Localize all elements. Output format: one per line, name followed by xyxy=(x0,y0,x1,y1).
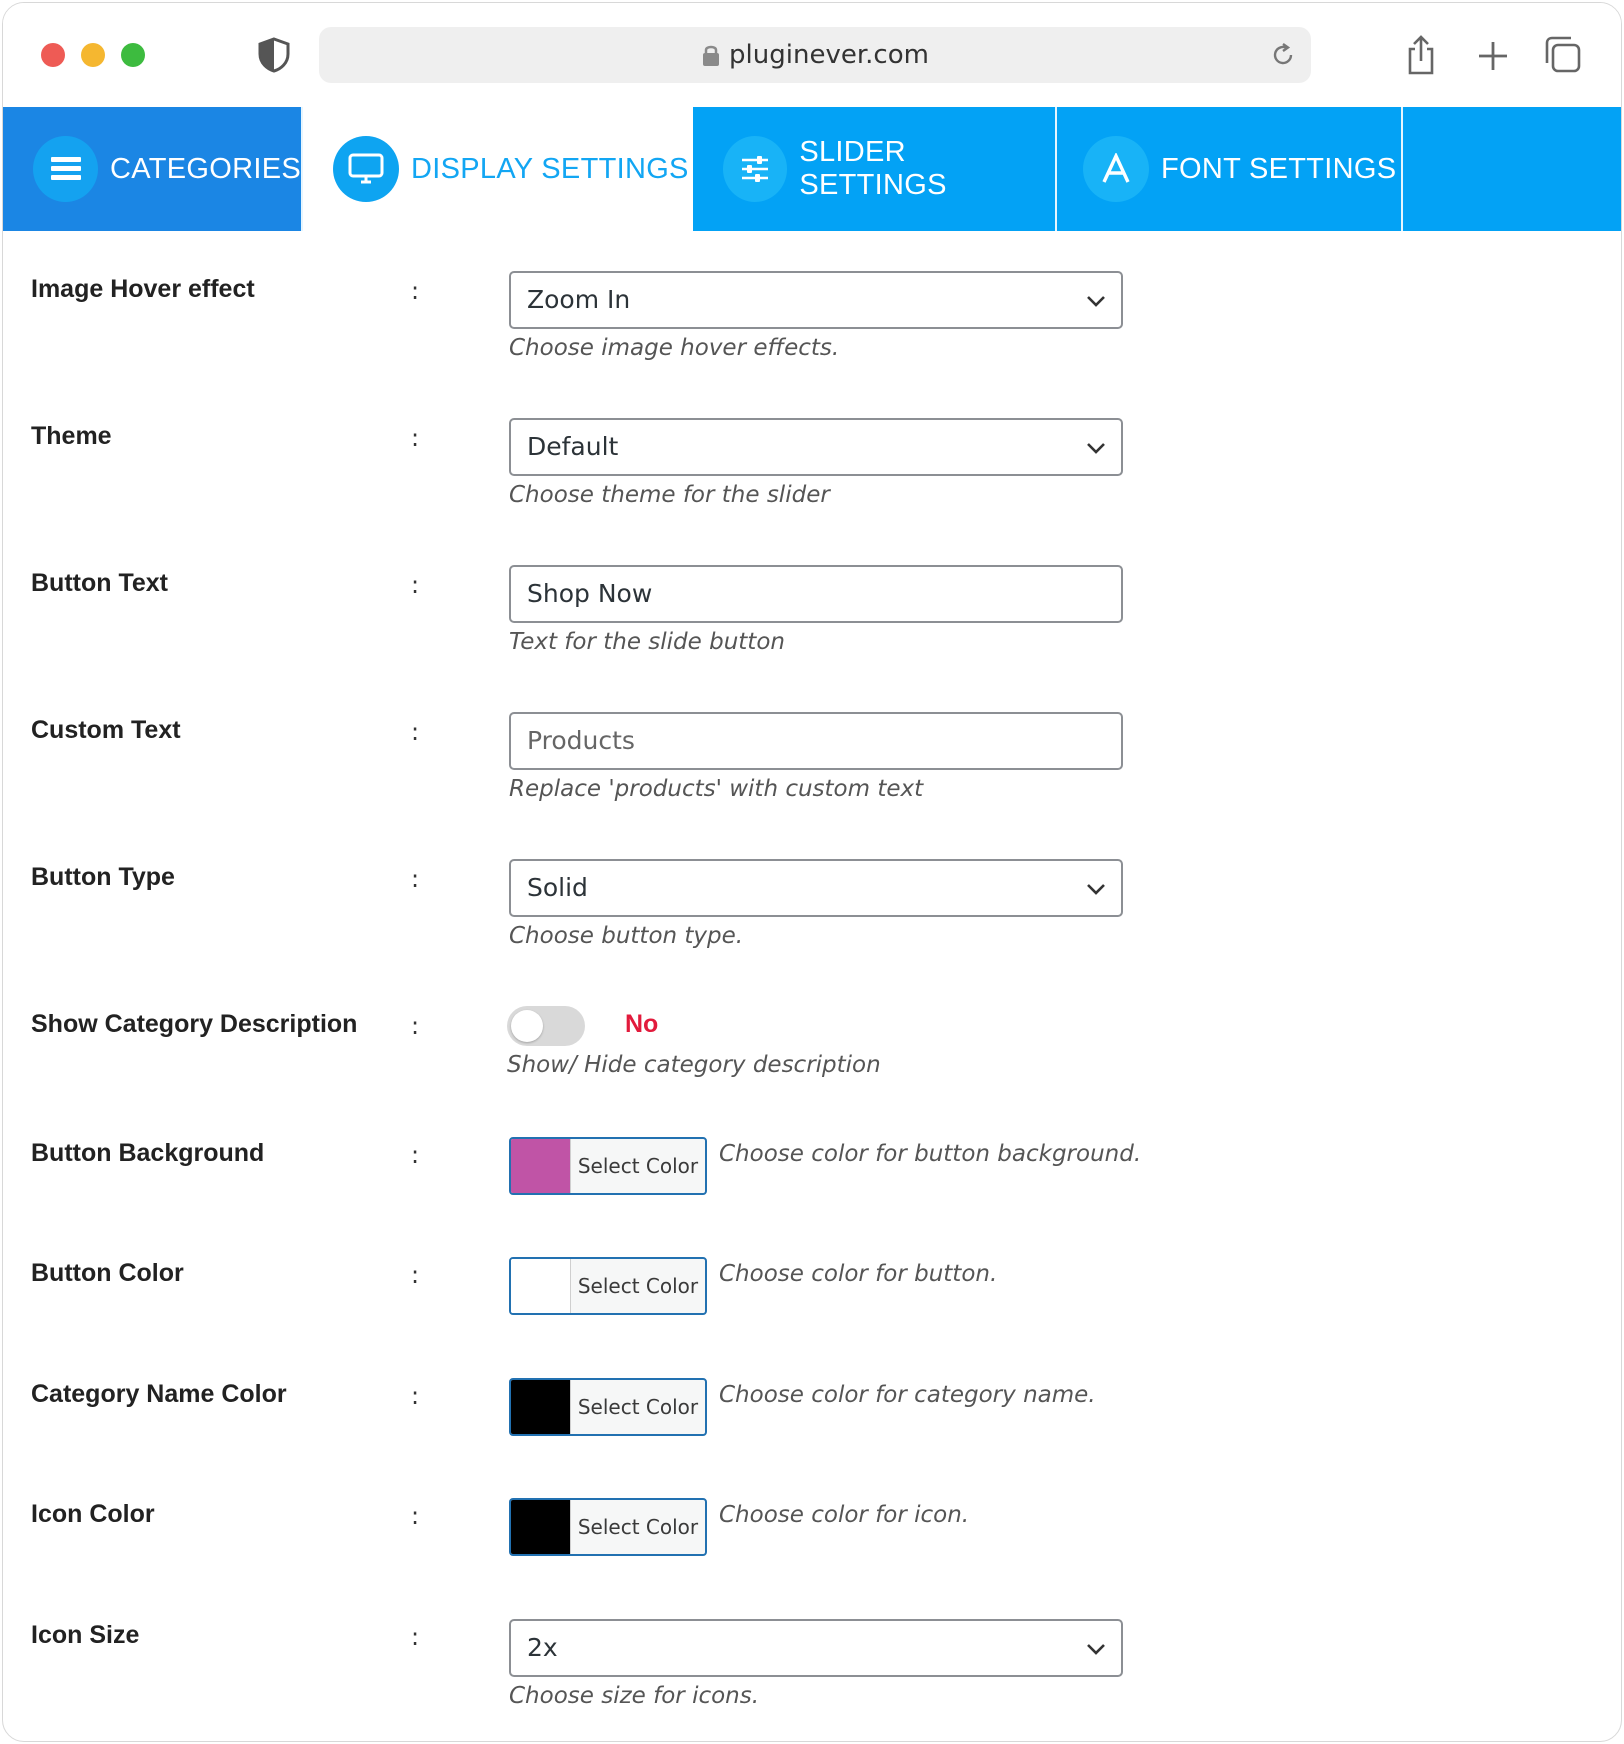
field-help: Choose image hover effects. xyxy=(509,335,840,361)
label-separator: : xyxy=(411,424,420,452)
chevron-down-icon xyxy=(1087,1644,1105,1655)
label-separator: : xyxy=(411,1261,420,1289)
field-label: Show Category Description xyxy=(31,1010,358,1038)
tab-divider xyxy=(1401,107,1403,231)
category-name-color-picker[interactable]: Select Color xyxy=(509,1378,707,1436)
minimize-window-button[interactable] xyxy=(81,43,105,67)
new-tab-icon[interactable] xyxy=(1473,33,1513,77)
settings-tab-bar: CATEGORIES DISPLAY SETTINGS SLIDER SETTI… xyxy=(3,107,1621,231)
button-background-color-picker[interactable]: Select Color xyxy=(509,1137,707,1195)
button-color-picker[interactable]: Select Color xyxy=(509,1257,707,1315)
label-separator: : xyxy=(411,1012,420,1040)
tab-slider-settings[interactable]: SLIDER SETTINGS xyxy=(695,107,1055,231)
chevron-down-icon xyxy=(1087,296,1105,307)
tab-label: DISPLAY SETTINGS xyxy=(411,152,689,185)
field-help: Choose size for icons. xyxy=(509,1683,760,1709)
select-value: Default xyxy=(527,432,619,461)
field-label: Button Background xyxy=(31,1139,265,1167)
label-separator: : xyxy=(411,277,420,305)
select-color-label: Select Color xyxy=(577,1154,699,1178)
toggle-knob xyxy=(511,1010,543,1042)
label-separator: : xyxy=(411,1141,420,1169)
reload-icon[interactable] xyxy=(1269,41,1297,69)
font-icon xyxy=(1083,136,1149,202)
sliders-icon xyxy=(723,136,788,202)
field-help: Choose button type. xyxy=(509,923,744,949)
label-separator: : xyxy=(411,571,420,599)
button-text-input[interactable]: Shop Now xyxy=(509,565,1123,623)
field-label: Icon Color xyxy=(31,1500,155,1528)
field-label: Button Type xyxy=(31,863,175,891)
label-separator: : xyxy=(411,1623,420,1651)
address-bar[interactable]: pluginever.com xyxy=(319,27,1311,83)
tab-font-settings[interactable]: FONT SETTINGS xyxy=(1057,107,1401,231)
tab-label: FONT SETTINGS xyxy=(1161,152,1397,185)
tab-display-settings[interactable]: DISPLAY SETTINGS xyxy=(303,107,693,231)
field-help: Show/ Hide category description xyxy=(507,1052,881,1078)
field-help: Choose theme for the slider xyxy=(509,482,830,508)
field-help: Choose color for icon. xyxy=(719,1502,970,1528)
browser-toolbar: pluginever.com xyxy=(3,3,1621,107)
chevron-down-icon xyxy=(1087,884,1105,895)
hover-effect-select[interactable]: Zoom In xyxy=(509,271,1123,329)
field-help: Text for the slide button xyxy=(509,629,785,655)
color-swatch xyxy=(511,1139,571,1193)
field-label: Image Hover effect xyxy=(31,275,255,303)
tab-overview-icon[interactable] xyxy=(1543,33,1583,77)
select-color-label: Select Color xyxy=(577,1274,699,1298)
select-value: Zoom In xyxy=(527,285,631,314)
button-type-select[interactable]: Solid xyxy=(509,859,1123,917)
tab-label: SLIDER SETTINGS xyxy=(799,136,947,201)
input-placeholder: Products xyxy=(527,726,635,755)
color-swatch xyxy=(511,1259,571,1313)
icon-color-picker[interactable]: Select Color xyxy=(509,1498,707,1556)
toggle-state-text: No xyxy=(625,1010,659,1038)
browser-window: pluginever.com CATEGORIES DISPLAY SETTIN… xyxy=(2,2,1622,1742)
select-color-label: Select Color xyxy=(577,1395,699,1419)
url-text: pluginever.com xyxy=(729,40,929,70)
field-label: Category Name Color xyxy=(31,1380,287,1408)
select-value: Solid xyxy=(527,873,588,902)
field-help: Choose color for category name. xyxy=(719,1382,1096,1408)
field-help: Replace 'products' with custom text xyxy=(509,776,924,802)
tab-categories[interactable]: CATEGORIES xyxy=(3,107,301,231)
icon-size-select[interactable]: 2x xyxy=(509,1619,1123,1677)
theme-select[interactable]: Default xyxy=(509,418,1123,476)
share-icon[interactable] xyxy=(1401,33,1441,77)
color-swatch xyxy=(511,1500,571,1554)
close-window-button[interactable] xyxy=(41,43,65,67)
field-label: Button Text xyxy=(31,569,169,597)
label-separator: : xyxy=(411,865,420,893)
monitor-icon xyxy=(333,136,399,202)
shield-icon[interactable] xyxy=(257,37,291,73)
select-color-label: Select Color xyxy=(577,1515,699,1539)
label-separator: : xyxy=(411,1502,420,1530)
field-help: Choose color for button background. xyxy=(719,1141,1142,1167)
field-label: Button Color xyxy=(31,1259,184,1287)
chevron-down-icon xyxy=(1087,443,1105,454)
select-value: 2x xyxy=(527,1633,558,1662)
input-value: Shop Now xyxy=(527,579,653,608)
custom-text-input[interactable]: Products xyxy=(509,712,1123,770)
field-label: Theme xyxy=(31,422,112,450)
color-swatch xyxy=(511,1380,571,1434)
field-label: Icon Size xyxy=(31,1621,140,1649)
label-separator: : xyxy=(411,718,420,746)
field-label: Custom Text xyxy=(31,716,181,744)
field-help: Choose color for button. xyxy=(719,1261,998,1287)
tab-label: CATEGORIES xyxy=(110,152,301,185)
maximize-window-button[interactable] xyxy=(121,43,145,67)
show-description-toggle[interactable] xyxy=(507,1006,585,1046)
label-separator: : xyxy=(411,1382,420,1410)
list-icon xyxy=(33,136,98,202)
